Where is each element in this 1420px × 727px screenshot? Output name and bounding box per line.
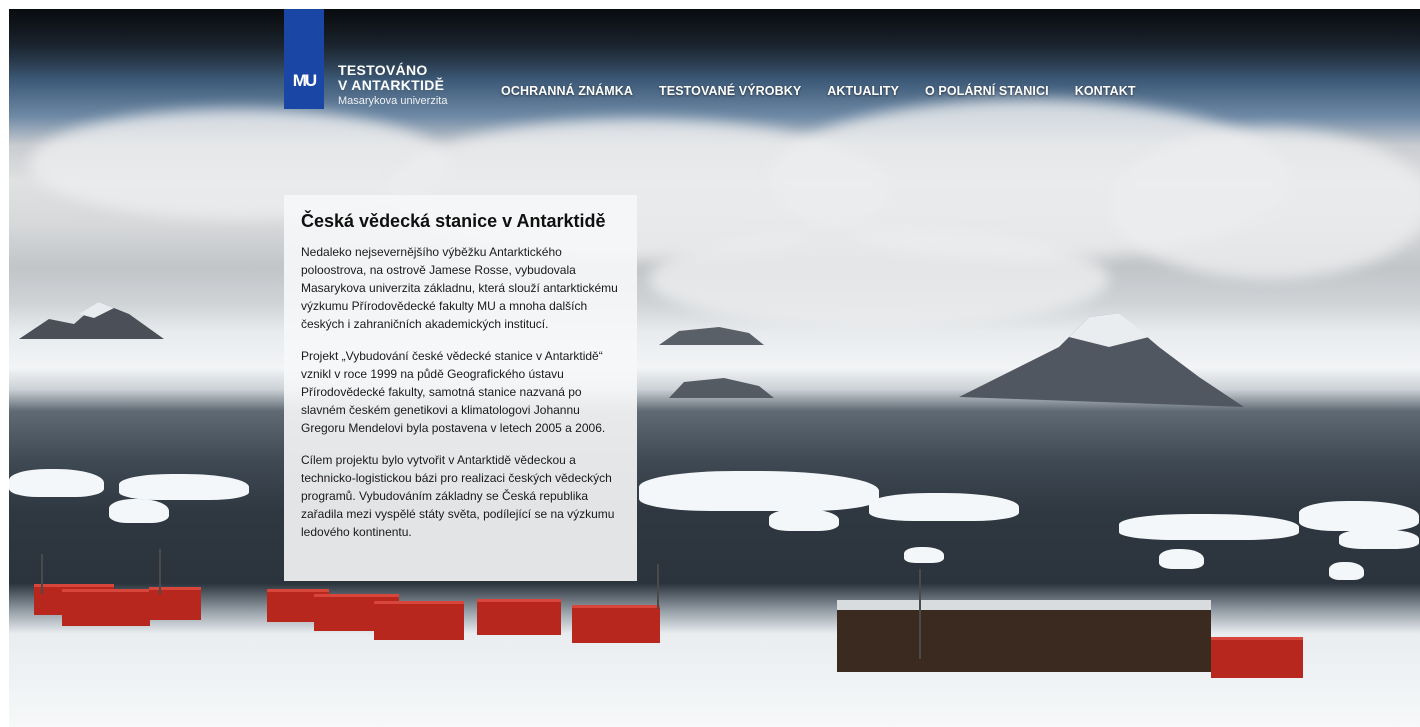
station-container [149, 587, 201, 620]
station-container [1211, 637, 1303, 678]
island-low [669, 378, 774, 398]
ice-floe [904, 547, 944, 563]
station-main-building [837, 600, 1211, 672]
mountain-right [959, 313, 1244, 407]
site-title-line1: TESTOVÁNO [338, 62, 428, 78]
wind-turbine [657, 564, 659, 609]
ice-floe [1159, 549, 1204, 569]
nav-item-trademark[interactable]: OCHRANNÁ ZNÁMKA [501, 84, 633, 98]
ice-floe [1119, 514, 1299, 540]
nav-item-tested-products[interactable]: TESTOVANÉ VÝROBKY [659, 84, 801, 98]
station-container [62, 589, 150, 626]
ice-floe [769, 509, 839, 531]
header-shade [9, 9, 1420, 79]
mountain-left [19, 302, 164, 339]
station-container [572, 605, 660, 643]
station-container [477, 599, 561, 635]
nav-item-news[interactable]: AKTUALITY [827, 84, 899, 98]
intro-panel: Česká vědecká stanice v Antarktidě Nedal… [284, 195, 637, 581]
antenna-mast [919, 569, 921, 659]
cloud [1109, 129, 1420, 279]
university-logo[interactable]: MU [284, 9, 324, 109]
wind-turbine [41, 554, 43, 594]
hero-photo-background [9, 9, 1420, 727]
nav-item-polar-station[interactable]: O POLÁRNÍ STANICI [925, 84, 1049, 98]
ice-floe [119, 474, 249, 500]
island-center [659, 327, 764, 345]
station-container [374, 601, 464, 640]
mu-logo-icon: MU [292, 71, 317, 90]
nav-item-contact[interactable]: KONTAKT [1075, 84, 1136, 98]
site-title[interactable]: TESTOVÁNO V ANTARKTIDĚ Masarykova univer… [338, 63, 447, 109]
ice-floe [869, 493, 1019, 521]
ice-floe [639, 471, 879, 511]
ice-floe [1329, 562, 1364, 580]
ice-floe [109, 499, 169, 523]
panel-heading: Česká vědecká stanice v Antarktidě [301, 211, 606, 231]
ice-floe [1339, 529, 1419, 549]
panel-paragraph: Projekt „Vybudování české vědecké stanic… [301, 349, 606, 435]
panel-paragraph: Cílem projektu bylo vytvořit v Antarktid… [301, 453, 615, 539]
site-subtitle: Masarykova univerzita [338, 95, 448, 107]
ice-floe [1299, 501, 1419, 531]
panel-paragraph: Nedaleko nejsevernějšího výběžku Antarkt… [301, 245, 618, 331]
wind-turbine [159, 549, 161, 594]
main-navigation: OCHRANNÁ ZNÁMKA TESTOVANÉ VÝROBKY AKTUAL… [501, 84, 1162, 98]
ice-floe [9, 469, 104, 497]
site-title-line2: V ANTARKTIDĚ [338, 77, 445, 93]
